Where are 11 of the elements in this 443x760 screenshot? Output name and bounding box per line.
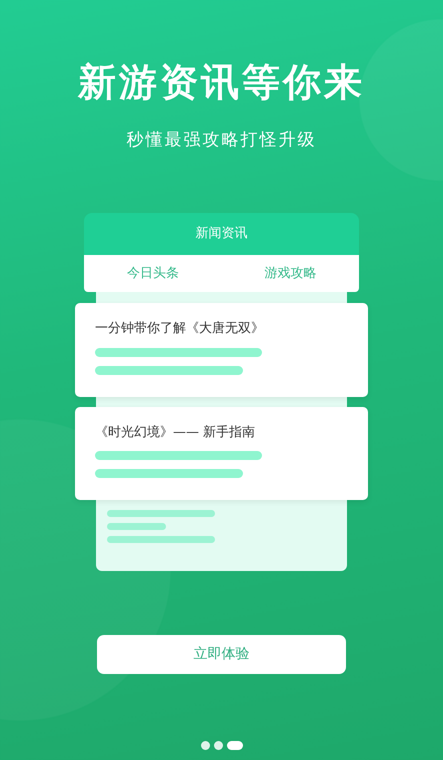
article-card[interactable]: 《时光幻境》—— 新手指南 (75, 406, 368, 500)
article-title: 一分钟带你了解《大唐无双》 (95, 320, 265, 338)
article-title: 《时光幻境》—— 新手指南 (95, 424, 256, 442)
article-card[interactable]: 一分钟带你了解《大唐无双》 (75, 303, 368, 397)
subtitle: 秒懂最强攻略打怪升级 (126, 128, 318, 152)
headline: 新游资讯等你来 (76, 60, 366, 106)
text-placeholder-bar (107, 523, 166, 530)
card-header: 新闻资讯 (84, 213, 359, 256)
try-now-button[interactable]: 立即体验 (97, 635, 346, 674)
tab[interactable]: 今日头条 (122, 264, 183, 284)
tab[interactable]: 游戏攻略 (260, 264, 320, 284)
